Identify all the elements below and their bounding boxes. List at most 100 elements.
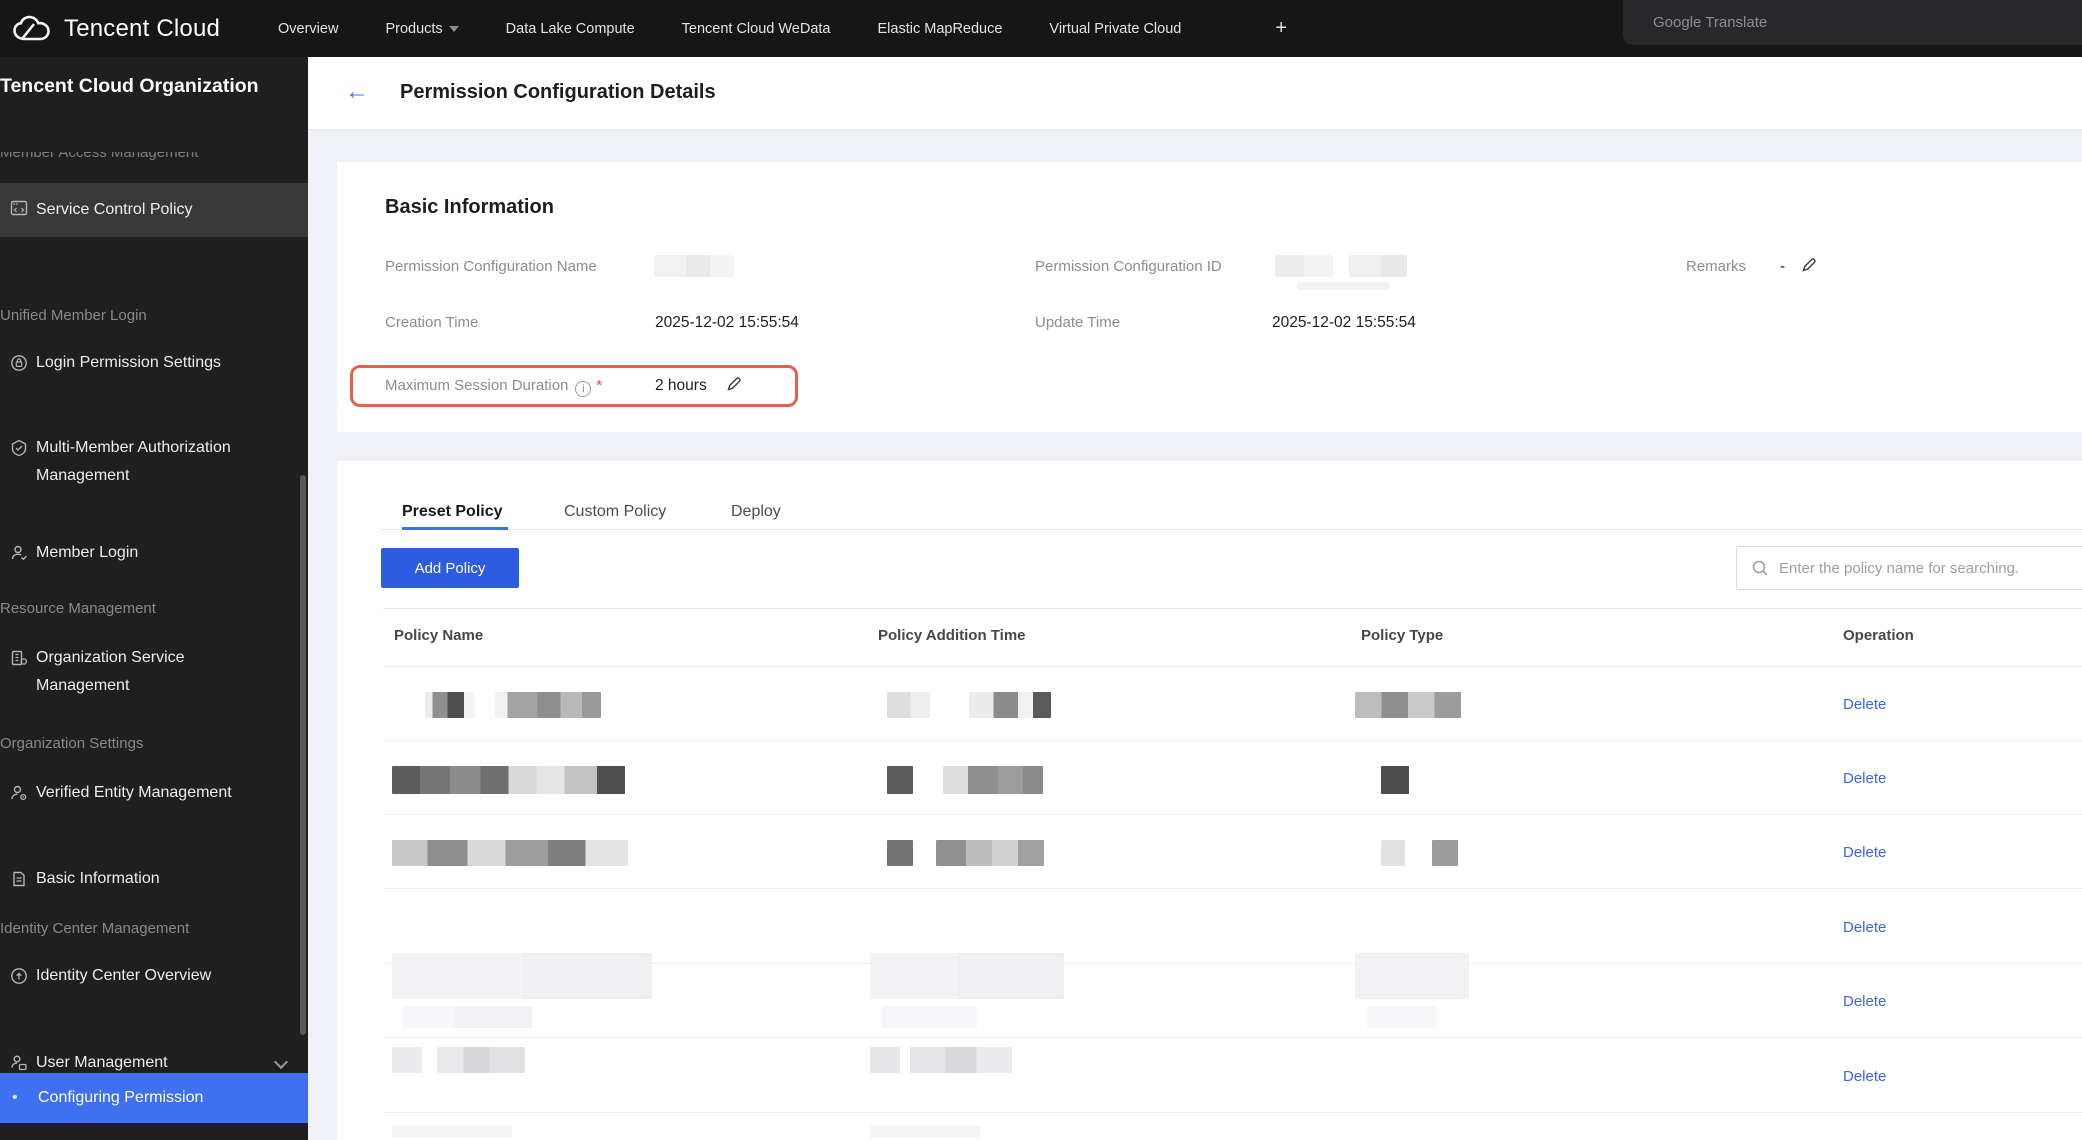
delete-link[interactable]: Delete [1843, 770, 1886, 787]
sidebar-item-label: Login Permission Settings [36, 354, 221, 371]
policy-panel-card: Preset Policy Custom Policy Deploy Add P… [337, 461, 2082, 1140]
redacted-policy-name [495, 692, 601, 718]
redacted-addition-time [887, 692, 930, 718]
delete-link[interactable]: Delete [1843, 1068, 1886, 1085]
delete-link[interactable]: Delete [1843, 993, 1886, 1010]
sidebar-item-label: Service Control Policy [36, 201, 193, 218]
permission-configuration-name-label: Permission Configuration Name [385, 258, 597, 275]
page-header: ← Permission Configuration Details [308, 57, 2082, 130]
sidebar-item-label: Member Login [36, 544, 139, 561]
redacted-policy-type [1381, 766, 1409, 794]
redacted-policy-name-faint [392, 953, 652, 999]
tab-deploy[interactable]: Deploy [731, 503, 781, 521]
edit-remarks-icon[interactable] [1800, 256, 1818, 274]
organization-building-icon [10, 644, 36, 700]
tab-preset-policy[interactable]: Preset Policy [402, 503, 503, 521]
redacted-policy-name [392, 840, 628, 866]
creation-time-value: 2025-12-02 15:55:54 [655, 314, 799, 331]
nav-virtual-private-cloud[interactable]: Virtual Private Cloud [1049, 21, 1181, 37]
column-header-policy-type: Policy Type [1361, 627, 1444, 644]
sidebar-item-organization-service-management[interactable]: Organization Service Management [0, 644, 308, 700]
sidebar-item-service-control-policy[interactable]: Service Control Policy [0, 183, 308, 237]
redacted-policy-type [1432, 840, 1458, 866]
row-divider [383, 814, 2082, 815]
redacted-addition-time [936, 840, 1044, 866]
sidebar-item-verified-entity-management[interactable]: Verified Entity Management [0, 779, 308, 812]
shield-badge-icon [10, 434, 36, 490]
search-input[interactable] [1779, 559, 2079, 577]
person-check-icon [10, 539, 36, 572]
document-icon [10, 865, 36, 898]
sidebar-item-login-permission-settings[interactable]: Login Permission Settings [0, 349, 308, 382]
add-tab-button[interactable]: + [1275, 17, 1287, 40]
sidebar-section-organization-settings: Organization Settings [0, 735, 144, 752]
chevron-down-icon [273, 1054, 289, 1070]
sidebar-item-label: Basic Information [36, 870, 160, 887]
active-tab-underline [402, 527, 508, 530]
policy-search-box[interactable] [1736, 546, 2082, 590]
redacted-policy-type-faint [1355, 953, 1469, 999]
redacted-addition-time [969, 692, 1051, 718]
nav-overview[interactable]: Overview [278, 21, 338, 37]
nav-elastic-mapreduce[interactable]: Elastic MapReduce [878, 21, 1003, 37]
redacted-addition-time-faint [870, 1125, 980, 1138]
redacted-addition-time-faint [882, 1006, 977, 1028]
column-header-policy-name: Policy Name [394, 627, 484, 644]
delete-link[interactable]: Delete [1843, 844, 1886, 861]
sidebar-item-label: Configuring Permission [38, 1089, 204, 1106]
sidebar-scrollbar[interactable] [300, 475, 306, 1035]
redacted-addition-time [943, 766, 1043, 794]
update-time-label: Update Time [1035, 314, 1121, 331]
row-divider [383, 740, 2082, 741]
delete-link[interactable]: Delete [1843, 696, 1886, 713]
sidebar-item-label: Verified Entity Management [36, 784, 232, 801]
delete-link[interactable]: Delete [1843, 919, 1886, 936]
nav-data-lake-compute[interactable]: Data Lake Compute [506, 21, 635, 37]
back-arrow-button[interactable]: ← [345, 79, 369, 105]
redacted-addition-time-faint [870, 953, 1064, 999]
creation-time-label: Creation Time [385, 314, 479, 331]
row-divider [383, 1037, 2082, 1038]
tab-custom-policy[interactable]: Custom Policy [564, 503, 666, 521]
code-window-icon [10, 194, 36, 227]
column-header-operation: Operation [1843, 627, 1914, 644]
redacted-policy-type [1381, 840, 1405, 866]
remarks-value: - [1780, 258, 1786, 275]
sidebar-section-unified-member-login: Unified Member Login [0, 307, 147, 324]
nav-products[interactable]: Products [385, 21, 459, 37]
person-gear-icon [10, 779, 36, 812]
redacted-addition-time [910, 1047, 1012, 1073]
sidebar-section-identity-center-management: Identity Center Management [0, 920, 190, 937]
sidebar-title: Tencent Cloud Organization [0, 57, 308, 150]
sidebar-item-multi-member-authorization-management[interactable]: Multi-Member Authorization Management [0, 434, 308, 490]
row-divider [383, 1112, 2082, 1113]
cloud-upload-icon [10, 962, 36, 995]
nav-tencent-cloud-wedata[interactable]: Tencent Cloud WeData [682, 21, 831, 37]
google-translate-label: Google Translate [1653, 14, 1768, 31]
sidebar-item-configuring-permission[interactable]: • Configuring Permission [0, 1073, 308, 1123]
redacted-policy-name [425, 692, 475, 718]
top-navigation-bar: Tencent Cloud Overview Products Data Lak… [0, 0, 2082, 57]
google-translate-bar[interactable]: Google Translate [1623, 0, 2082, 45]
page-title: Permission Configuration Details [400, 81, 716, 103]
sidebar: Tencent Cloud Organization Member Access… [0, 57, 308, 1140]
sidebar-item-identity-center-overview[interactable]: Identity Center Overview [0, 962, 308, 995]
sidebar-item-label: Multi-Member Authorization Management [36, 439, 231, 484]
cloud-logo-icon [13, 15, 50, 41]
sidebar-item-label: Organization Service Management [36, 649, 185, 694]
lock-icon [10, 349, 36, 382]
column-header-policy-addition-time: Policy Addition Time [878, 627, 1026, 644]
sidebar-item-member-login[interactable]: Member Login [0, 539, 308, 572]
redacted-policy-name-faint [402, 1006, 532, 1028]
tab-divider [381, 529, 2082, 530]
chevron-down-icon [448, 25, 459, 32]
sidebar-item-label: Identity Center Overview [36, 967, 212, 984]
permission-configuration-id-label: Permission Configuration ID [1035, 258, 1222, 275]
sidebar-item-basic-information[interactable]: Basic Information [0, 865, 308, 898]
redacted-policy-name [392, 766, 625, 794]
add-policy-button[interactable]: Add Policy [381, 548, 519, 588]
tencent-cloud-logo[interactable]: Tencent Cloud [0, 15, 250, 43]
table-header-bottom-border [383, 666, 2082, 667]
sidebar-section-member-access-management: Member Access Management [0, 152, 199, 161]
search-icon [1752, 560, 1768, 576]
